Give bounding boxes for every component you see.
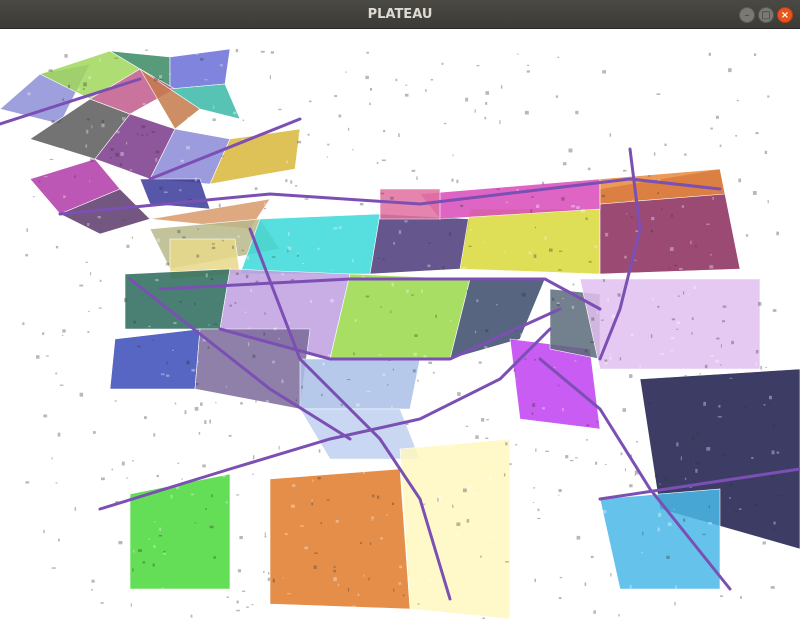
district-tile	[124, 268, 231, 330]
district-tile	[579, 278, 761, 370]
district-tile	[399, 438, 511, 620]
window-title: PLATEAU	[367, 7, 433, 22]
district-tile	[169, 48, 231, 90]
minimize-icon[interactable]: –	[739, 7, 755, 23]
maximize-icon[interactable]: □	[758, 7, 774, 23]
district-tile	[459, 208, 601, 275]
city-model-canvas[interactable]	[0, 29, 800, 630]
district-tile	[129, 473, 231, 590]
app-window: PLATEAU – □ ×	[0, 0, 800, 630]
title-bar[interactable]: PLATEAU – □ ×	[0, 0, 800, 29]
close-icon[interactable]: ×	[777, 7, 793, 23]
district-tile	[369, 213, 471, 275]
district-tile	[109, 328, 201, 390]
district-tile	[329, 273, 471, 360]
district-tile	[299, 358, 421, 410]
city-model-viewport[interactable]	[0, 29, 800, 630]
district-tile	[599, 488, 721, 590]
district-tile	[239, 213, 381, 275]
district-tile	[269, 468, 411, 610]
